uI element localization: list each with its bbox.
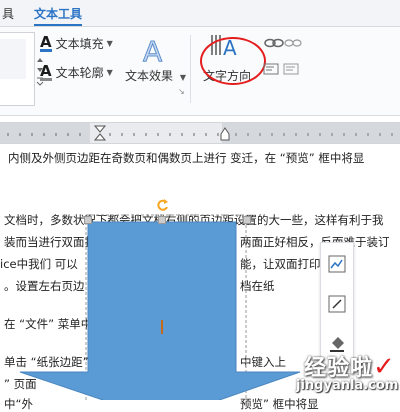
rotate-handle-icon[interactable] bbox=[156, 198, 170, 212]
resize-handle-top-left[interactable] bbox=[84, 216, 92, 224]
edit-shape-icon[interactable] bbox=[328, 295, 346, 313]
resize-handle-top[interactable] bbox=[158, 216, 166, 224]
watermark-url: jingyanla.com bbox=[296, 378, 399, 393]
layout-options-icon[interactable] bbox=[328, 255, 346, 273]
resize-handle-top-right[interactable] bbox=[243, 216, 251, 224]
